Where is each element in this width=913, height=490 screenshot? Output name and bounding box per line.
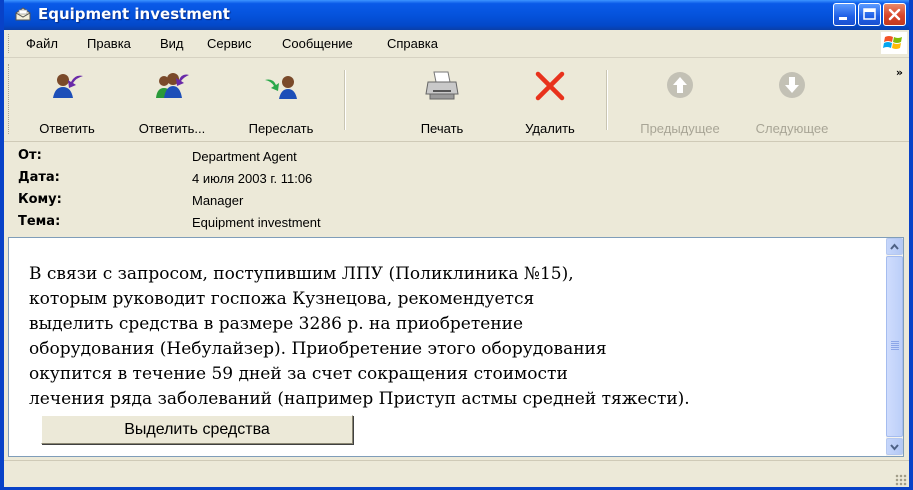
print-button[interactable]: Печать (396, 58, 488, 136)
next-button[interactable]: Следующее (738, 58, 846, 136)
message-line: выделить средства в размере 3286 р. на п… (29, 314, 524, 334)
allocate-funds-button[interactable]: Выделить средства (41, 415, 353, 444)
message-headers: От: Department Agent Дата: 4 июля 2003 г… (4, 142, 909, 236)
forward-button[interactable]: Переслать (230, 58, 332, 136)
header-label: Кому: (18, 192, 62, 207)
message-line: окупится в течение 59 дней за счет сокра… (29, 364, 568, 384)
vertical-scrollbar[interactable] (886, 238, 903, 456)
header-value: Equipment investment (192, 215, 321, 230)
chevron-up-icon (890, 243, 899, 250)
maximize-icon (863, 8, 876, 20)
message-text: В связи с запросом, поступившим ЛПУ (Пол… (29, 262, 879, 412)
reply-all-icon (156, 73, 189, 98)
delete-button[interactable]: Удалить (502, 58, 598, 136)
reply-all-button[interactable]: Ответить... (116, 58, 228, 136)
delete-label: Удалить (525, 121, 575, 136)
header-label: Дата: (18, 170, 60, 185)
message-line: лечения ряда заболеваний (например Прист… (29, 389, 690, 409)
menu-file[interactable]: Файл (26, 36, 58, 51)
menu-edit[interactable]: Правка (87, 36, 131, 51)
chevron-down-icon (890, 444, 899, 451)
header-value: Manager (192, 193, 244, 208)
email-window: Equipment investment Файл Правка Вид Сер… (0, 0, 913, 490)
menu-grip[interactable] (8, 34, 12, 53)
message-line: которым руководит госпожа Кузнецова, рек… (29, 289, 535, 309)
resize-grip-icon[interactable] (895, 474, 907, 486)
previous-label: Предыдущее (640, 121, 720, 136)
close-icon (888, 8, 901, 21)
title-bar[interactable]: Equipment investment (4, 0, 909, 30)
message-line: оборудования (Небулайзер). Приобретение … (29, 339, 607, 359)
status-bar (4, 460, 909, 487)
forward-label: Переслать (248, 121, 314, 136)
reply-all-label: Ответить... (138, 121, 206, 136)
thumb-grip (891, 341, 899, 350)
scroll-thumb[interactable] (886, 256, 903, 437)
maximize-button[interactable] (858, 3, 881, 26)
forward-icon (265, 76, 297, 99)
scroll-down-button[interactable] (886, 438, 903, 455)
message-line: В связи с запросом, поступившим ЛПУ (Пол… (29, 264, 574, 284)
header-value: Department Agent (192, 149, 297, 164)
minimize-icon (839, 17, 847, 20)
menu-message[interactable]: Сообщение (282, 36, 353, 51)
header-label: От: (18, 148, 42, 163)
toolbar-overflow-icon[interactable]: » (896, 66, 903, 79)
delete-icon (535, 71, 565, 101)
scroll-up-button[interactable] (886, 238, 903, 255)
toolbar-separator (344, 70, 346, 130)
menu-bar: Файл Правка Вид Сервис Сообщение Справка (4, 30, 909, 58)
menu-help[interactable]: Справка (387, 36, 438, 51)
window-title: Equipment investment (38, 5, 230, 23)
envelope-icon (15, 7, 31, 21)
header-value: 4 июля 2003 г. 11:06 (192, 171, 313, 186)
menu-view[interactable]: Вид (160, 36, 184, 51)
reply-icon (53, 74, 83, 98)
minimize-button[interactable] (833, 3, 856, 26)
reply-label: Ответить (39, 121, 95, 136)
toolbar-grip[interactable] (8, 64, 12, 134)
toolbar: Ответить Ответить... Переслать Печать Уд… (4, 58, 909, 142)
next-label: Следующее (755, 121, 829, 136)
windows-logo-icon (881, 32, 907, 54)
print-label: Печать (420, 121, 464, 136)
menu-tools[interactable]: Сервис (207, 36, 252, 51)
header-label: Тема: (18, 214, 61, 229)
up-arrow-icon (667, 72, 693, 98)
toolbar-separator (606, 70, 608, 130)
previous-button[interactable]: Предыдущее (622, 58, 738, 136)
message-body[interactable]: В связи с запросом, поступившим ЛПУ (Пол… (8, 237, 904, 457)
close-button[interactable] (883, 3, 906, 26)
printer-icon (425, 71, 459, 100)
down-arrow-icon (779, 72, 805, 98)
reply-button[interactable]: Ответить (20, 58, 114, 136)
